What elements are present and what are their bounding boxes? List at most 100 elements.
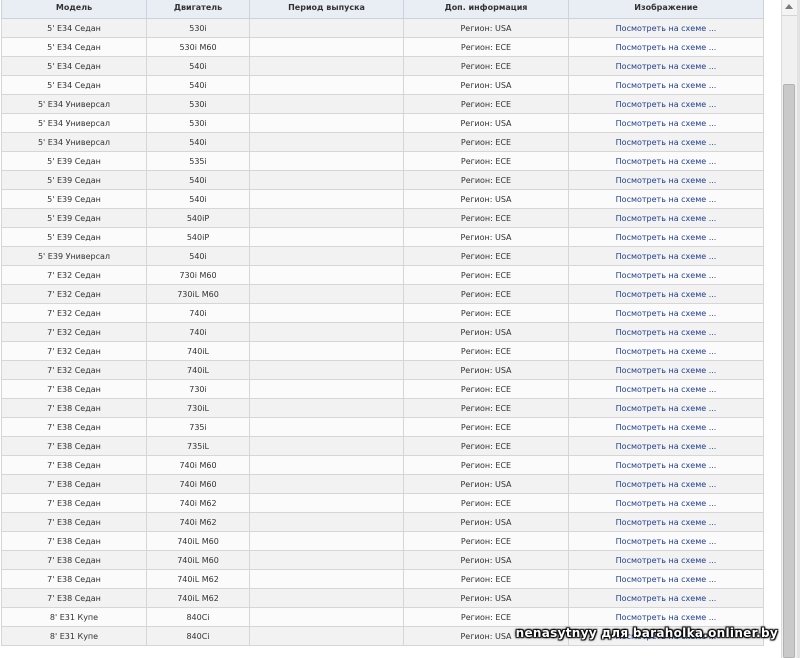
cell-info: Регион: ECE	[403, 379, 569, 399]
view-on-diagram-link[interactable]: Посмотреть на схеме ...	[568, 436, 764, 456]
table-row: 7' E38 Седан 740i M62 Регион: USA Посмотрет…	[1, 512, 764, 532]
cell-period	[249, 75, 404, 95]
cell-period	[249, 531, 404, 551]
table-row: 7' E32 Седан 740i Регион: ECE Посмотреть на…	[1, 303, 764, 323]
view-on-diagram-link[interactable]: Посмотреть на схеме ...	[568, 379, 764, 399]
view-on-diagram-link[interactable]: Посмотреть на схеме ...	[568, 189, 764, 209]
view-on-diagram-link[interactable]: Посмотреть на схеме ...	[568, 170, 764, 190]
cell-period	[249, 56, 404, 76]
view-on-diagram-link[interactable]: Посмотреть на схеме ...	[568, 151, 764, 171]
view-on-diagram-link[interactable]: Посмотреть на схеме ...	[568, 303, 764, 323]
view-on-diagram-link[interactable]: Посмотреть на схеме ...	[568, 588, 764, 608]
table-row: 5' E34 Седан 530i Регион: USA Посмотреть на…	[1, 18, 764, 38]
scroll-thumb[interactable]	[783, 84, 795, 658]
view-on-diagram-link[interactable]: Посмотреть на схеме ...	[568, 246, 764, 266]
view-on-diagram-link[interactable]: Посмотреть на схеме ...	[568, 455, 764, 475]
column-header-engine[interactable]: Двигатель	[146, 0, 250, 19]
cell-model: 7' E32 Седан	[1, 265, 147, 285]
table-row: 7' E38 Седан 740i M62 Регион: ECE Посмотрет…	[1, 493, 764, 513]
column-header-model[interactable]: Модель	[1, 0, 147, 19]
cell-info: Регион: USA	[403, 322, 569, 342]
cell-info: Регион: USA	[403, 189, 569, 209]
view-on-diagram-link[interactable]: Посмотреть на схеме ...	[568, 208, 764, 228]
view-on-diagram-link[interactable]: Посмотреть на схеме ...	[568, 75, 764, 95]
table-row: 5' E39 Универсал 540i Регион: ECE Посмотрет…	[1, 246, 764, 266]
cell-model: 7' E38 Седан	[1, 398, 147, 418]
table-row: 7' E38 Седан 740iL M62 Регион: USA Посмотре…	[1, 588, 764, 608]
cell-engine: 540iP	[146, 208, 250, 228]
table-header: Модель Двигатель Период выпуска Доп. инф…	[1, 0, 764, 19]
scroll-up-button[interactable]	[782, 0, 797, 16]
view-on-diagram-link[interactable]: Посмотреть на схеме ...	[568, 569, 764, 589]
view-on-diagram-link[interactable]: Посмотреть на схеме ...	[568, 56, 764, 76]
cell-period	[249, 550, 404, 570]
cell-engine: 740i M62	[146, 493, 250, 513]
arrow-up-icon	[785, 4, 793, 9]
view-on-diagram-link[interactable]: Посмотреть на схеме ...	[568, 113, 764, 133]
view-on-diagram-link[interactable]: Посмотреть на схеме ...	[568, 417, 764, 437]
view-on-diagram-link[interactable]: Посмотреть на схеме ...	[568, 94, 764, 114]
cell-engine: 740iL M62	[146, 569, 250, 589]
cell-period	[249, 360, 404, 380]
header-row: Модель Двигатель Период выпуска Доп. инф…	[1, 0, 764, 19]
view-on-diagram-link[interactable]: Посмотреть на схеме ...	[568, 512, 764, 532]
cell-period	[249, 189, 404, 209]
table-row: 7' E32 Седан 740iL Регион: ECE Посмотреть н…	[1, 341, 764, 361]
cell-engine: 540i	[146, 189, 250, 209]
cell-engine: 740iL	[146, 360, 250, 380]
cell-engine: 540iP	[146, 227, 250, 247]
cell-model: 7' E38 Седан	[1, 474, 147, 494]
table-body: 5' E34 Седан 530i Регион: USA Посмотреть на…	[1, 18, 764, 646]
view-on-diagram-link[interactable]: Посмотреть на схеме ...	[568, 37, 764, 57]
view-on-diagram-link[interactable]: Посмотреть на схеме ...	[568, 132, 764, 152]
view-on-diagram-link[interactable]: Посмотреть на схеме ...	[568, 284, 764, 304]
view-on-diagram-link[interactable]: Посмотреть на схеме ...	[568, 607, 764, 627]
view-on-diagram-link[interactable]: Посмотреть на схеме ...	[568, 531, 764, 551]
cell-info: Регион: ECE	[403, 151, 569, 171]
cell-period	[249, 588, 404, 608]
cell-period	[249, 512, 404, 532]
cell-period	[249, 341, 404, 361]
view-on-diagram-link[interactable]: Посмотреть на схеме ...	[568, 18, 764, 38]
table-row: 5' E39 Седан 540iP Регион: ECE Посмотреть н…	[1, 208, 764, 228]
cell-info: Регион: ECE	[403, 303, 569, 323]
cell-engine: 530i	[146, 18, 250, 38]
column-header-info[interactable]: Доп. информация	[403, 0, 569, 19]
cell-info: Регион: ECE	[403, 94, 569, 114]
cell-period	[249, 626, 404, 646]
cell-info: Регион: USA	[403, 18, 569, 38]
cell-info: Регион: ECE	[403, 284, 569, 304]
view-on-diagram-link[interactable]: Посмотреть на схеме ...	[568, 322, 764, 342]
cell-period	[249, 379, 404, 399]
cell-model: 5' E34 Универсал	[1, 132, 147, 152]
column-header-image[interactable]: Изображение	[568, 0, 764, 19]
cell-model: 7' E38 Седан	[1, 493, 147, 513]
table-row: 5' E34 Седан 530i M60 Регион: ECE Посмотрет…	[1, 37, 764, 57]
view-on-diagram-link[interactable]: Посмотреть на схеме ...	[568, 265, 764, 285]
table-row: 7' E38 Седан 740iL M60 Регион: USA Посмотре…	[1, 550, 764, 570]
cell-engine: 540i	[146, 246, 250, 266]
table-row: 7' E38 Седан 730iL Регион: ECE Посмотреть н…	[1, 398, 764, 418]
view-on-diagram-link[interactable]: Посмотреть на схеме ...	[568, 227, 764, 247]
table-row: 5' E34 Универсал 540i Регион: ECE Посмотрет…	[1, 132, 764, 152]
cell-model: 5' E39 Седан	[1, 227, 147, 247]
view-on-diagram-link[interactable]: Посмотреть на схеме ...	[568, 550, 764, 570]
table-row: 7' E38 Седан 740i M60 Регион: ECE Посмотрет…	[1, 455, 764, 475]
vertical-scrollbar[interactable]	[781, 0, 797, 658]
cell-engine: 540i	[146, 56, 250, 76]
view-on-diagram-link[interactable]: Посмотреть на схеме ...	[568, 398, 764, 418]
view-on-diagram-link[interactable]: Посмотреть на схеме ...	[568, 341, 764, 361]
view-on-diagram-link[interactable]: Посмотреть на схеме ...	[568, 360, 764, 380]
cell-info: Регион: ECE	[403, 170, 569, 190]
cell-info: Регион: ECE	[403, 569, 569, 589]
column-header-period[interactable]: Период выпуска	[249, 0, 404, 19]
cell-period	[249, 94, 404, 114]
view-on-diagram-link[interactable]: Посмотреть на схеме ...	[568, 474, 764, 494]
table-row: 7' E38 Седан 735iL Регион: ECE Посмотреть н…	[1, 436, 764, 456]
cell-engine: 740i	[146, 303, 250, 323]
cell-engine: 735i	[146, 417, 250, 437]
cell-info: Регион: USA	[403, 588, 569, 608]
cell-model: 5' E39 Седан	[1, 151, 147, 171]
cell-period	[249, 151, 404, 171]
view-on-diagram-link[interactable]: Посмотреть на схеме ...	[568, 493, 764, 513]
